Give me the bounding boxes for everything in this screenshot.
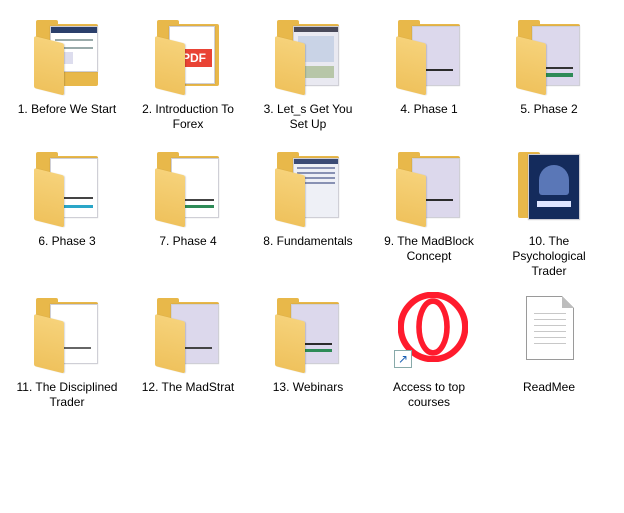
folder-label: 4. Phase 1 <box>400 102 458 116</box>
folder-label: 11. The Disciplined Trader <box>16 380 118 409</box>
folder-the-psychological-trader[interactable]: 10. The Psychological Trader <box>494 146 604 279</box>
folder-icon <box>153 146 223 232</box>
folder-lets-get-you-set-up[interactable]: 3. Let_s Get You Set Up <box>253 14 363 132</box>
shortcut-arrow-icon: ↗ <box>394 350 412 368</box>
folder-icon <box>394 146 464 232</box>
folder-icon <box>32 292 102 378</box>
folder-the-madstrat[interactable]: 12. The MadStrat <box>133 292 243 395</box>
file-readmee[interactable]: ReadMee <box>494 292 604 395</box>
folder-the-disciplined-trader[interactable]: 11. The Disciplined Trader <box>12 292 122 410</box>
folder-icon <box>153 292 223 378</box>
folder-phase-4[interactable]: 7. Phase 4 <box>133 146 243 249</box>
folder-introduction-to-forex[interactable]: PDF 2. Introduction To Forex <box>133 14 243 132</box>
folder-webinars[interactable]: 13. Webinars <box>253 292 363 395</box>
folder-icon <box>273 14 343 100</box>
folder-icon <box>273 292 343 378</box>
document-icon <box>514 292 584 378</box>
folder-label: 6. Phase 3 <box>38 234 96 248</box>
folder-label: 7. Phase 4 <box>159 234 217 248</box>
folder-label: 5. Phase 2 <box>520 102 578 116</box>
folder-the-madblock-concept[interactable]: 9. The MadBlock Concept <box>374 146 484 264</box>
opera-icon: ↗ <box>394 292 468 378</box>
folder-phase-2[interactable]: 5. Phase 2 <box>494 14 604 117</box>
folder-label: 8. Fundamentals <box>263 234 353 248</box>
shortcut-label: Access to top courses <box>392 380 466 409</box>
folder-label: 13. Webinars <box>272 380 344 394</box>
folder-label: 1. Before We Start <box>17 102 117 116</box>
folder-phase-1[interactable]: 4. Phase 1 <box>374 14 484 117</box>
file-label: ReadMee <box>522 380 576 394</box>
folder-fundamentals[interactable]: 8. Fundamentals <box>253 146 363 249</box>
folder-before-we-start[interactable]: 1. Before We Start <box>12 14 122 117</box>
folder-label: 9. The MadBlock Concept <box>384 234 474 263</box>
folder-icon <box>394 14 464 100</box>
folder-icon <box>32 14 102 100</box>
folder-phase-3[interactable]: 6. Phase 3 <box>12 146 122 249</box>
folder-icon: PDF <box>153 14 223 100</box>
folder-icon <box>273 146 343 232</box>
folder-label: 10. The Psychological Trader <box>512 234 586 278</box>
folder-label: 3. Let_s Get You Set Up <box>263 102 353 131</box>
shortcut-access-to-top-courses[interactable]: ↗ Access to top courses <box>374 292 484 410</box>
file-grid: 1. Before We Start PDF 2. Introduction T… <box>0 0 624 513</box>
folder-label: 12. The MadStrat <box>141 380 235 394</box>
folder-icon <box>514 146 584 232</box>
folder-icon <box>514 14 584 100</box>
folder-label: 2. Introduction To Forex <box>142 102 234 131</box>
folder-icon <box>32 146 102 232</box>
